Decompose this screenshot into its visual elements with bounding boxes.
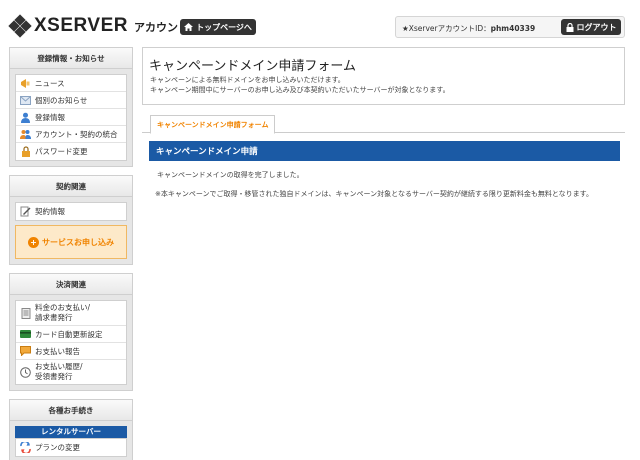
lock-icon [566,22,573,32]
sidebar-item-card-renewal[interactable]: カード自動更新設定 [16,326,126,343]
tab-campaign-domain-form[interactable]: キャンペーンドメイン申請フォーム [150,115,276,134]
plus-circle-icon: + [28,236,39,248]
description-line: キャンペーン期間中にサーバーのお申し込み及び本契約いただいたサーバーが対象となり… [150,86,450,94]
sidebar-section-payment: 決済関連 料金のお支払い/請求書発行 カード自動更新設定 お支払い報告 お支払い… [9,273,133,391]
account-id: ★XserverアカウントID：phm40339 [402,23,535,34]
xserver-logo[interactable]: XSERVER アカウント [8,14,189,38]
invoice-icon [20,307,31,319]
sidebar-item-label: プランの変更 [35,443,80,452]
label-line: お支払い履歴/ [35,362,83,371]
label-line: 請求書発行 [35,313,73,322]
logout-label: ログアウト [576,22,617,32]
sidebar-item-label: 料金のお支払い/請求書発行 [35,303,90,323]
sidebar-item-label: お支払い履歴/受領書発行 [35,362,83,382]
mail-icon [20,95,31,106]
service-apply-button[interactable]: + サービスお申し込み [15,225,127,259]
campaign-note: ※本キャンペーンでご取得・移管された独自ドメインは、キャンペーン対象となるサーバ… [155,190,593,198]
tab-bar: キャンペーンドメイン申請フォーム [142,113,625,134]
sidebar-list: 料金のお支払い/請求書発行 カード自動更新設定 お支払い報告 お支払い履歴/受領… [15,300,127,385]
completion-message: キャンペーンドメインの取得を完了しました。 [157,171,304,179]
sidebar-item-news[interactable]: ニュース [16,75,126,92]
report-icon [20,346,31,357]
sidebar-item-label: アカウント・契約の統合 [35,129,118,139]
sidebar-item-notices[interactable]: 個別のお知らせ [16,92,126,109]
account-box: ★XserverアカウントID：phm40339 ログアウト [395,16,625,38]
sidebar-item-label: 登録情報 [35,112,65,122]
logo-text: XSERVER [34,15,128,36]
sidebar-item-label: カード自動更新設定 [35,329,103,339]
home-icon [184,23,194,31]
sidebar-section-title: 登録情報・お知らせ [10,48,132,69]
user-icon [20,112,31,123]
logo-mark-icon [8,14,32,38]
top-page-label: トップページへ [196,22,252,32]
sidebar-item-registration[interactable]: 登録情報 [16,109,126,126]
credit-card-icon [20,329,31,340]
sidebar-list: プランの変更 [15,438,127,457]
sidebar-section-title: 契約関連 [10,176,132,197]
sidebar-item-payment[interactable]: 料金のお支払い/請求書発行 [16,301,126,326]
sidebar-item-password[interactable]: パスワード変更 [16,143,126,160]
sidebar-item-account-merge[interactable]: アカウント・契約の統合 [16,126,126,143]
sidebar-item-label: 個別のお知らせ [35,95,88,105]
sidebar-section-title: 決済関連 [10,274,132,295]
sidebar-section-contract: 契約関連 契約情報 + サービスお申し込み [9,175,133,265]
sidebar-section-info: 登録情報・お知らせ ニュース 個別のお知らせ 登録情報 アカウント・契約の統合 … [9,47,133,167]
merge-users-icon [20,129,31,140]
sidebar-item-label: お支払い報告 [35,346,80,356]
sidebar-section-title: 各種お手続き [10,400,132,421]
account-id-value: phm40339 [490,24,536,33]
sidebar-item-payment-history[interactable]: お支払い履歴/受領書発行 [16,360,126,384]
account-id-label: ★XserverアカウントID： [402,24,491,33]
page-title: キャンペーンドメイン申請フォーム [149,59,356,74]
sidebar-list: ニュース 個別のお知らせ 登録情報 アカウント・契約の統合 パスワード変更 [15,74,127,161]
sidebar-item-label: 契約情報 [35,207,65,216]
logout-button[interactable]: ログアウト [561,19,621,35]
plan-change-icon [20,442,31,453]
header: XSERVER アカウント トップページへ ★XserverアカウントID：ph… [0,0,640,42]
sidebar-item-label: ニュース [35,78,65,88]
clock-icon [20,366,31,378]
description-line: キャンペーンによる無料ドメインをお申し込みいただけます。 [150,76,345,84]
service-apply-label: サービスお申し込み [42,237,114,247]
document-pen-icon [20,206,31,217]
sidebar: 登録情報・お知らせ ニュース 個別のお知らせ 登録情報 アカウント・契約の統合 … [9,47,133,460]
page-header-box: キャンペーンドメイン申請フォーム キャンペーンによる無料ドメインをお申し込みいた… [142,47,625,105]
label-line: 料金のお支払い/ [35,303,91,312]
sidebar-item-label: パスワード変更 [35,147,88,156]
rental-server-heading: レンタルサーバー [15,426,127,438]
sidebar-item-plan-change[interactable]: プランの変更 [16,439,126,456]
sidebar-section-procedures: 各種お手続き レンタルサーバー プランの変更 [9,399,133,460]
section-heading: キャンペーンドメイン申請 [149,141,620,161]
page-description: キャンペーンによる無料ドメインをお申し込みいただけます。 キャンペーン期間中にサ… [150,75,450,95]
sidebar-list: 契約情報 [15,202,127,221]
sidebar-item-contract-info[interactable]: 契約情報 [16,203,126,220]
megaphone-icon [20,78,31,89]
top-page-button[interactable]: トップページへ [180,19,256,35]
lock-icon [20,146,31,157]
label-line: 受領書発行 [35,372,73,381]
sidebar-item-payment-report[interactable]: お支払い報告 [16,343,126,360]
